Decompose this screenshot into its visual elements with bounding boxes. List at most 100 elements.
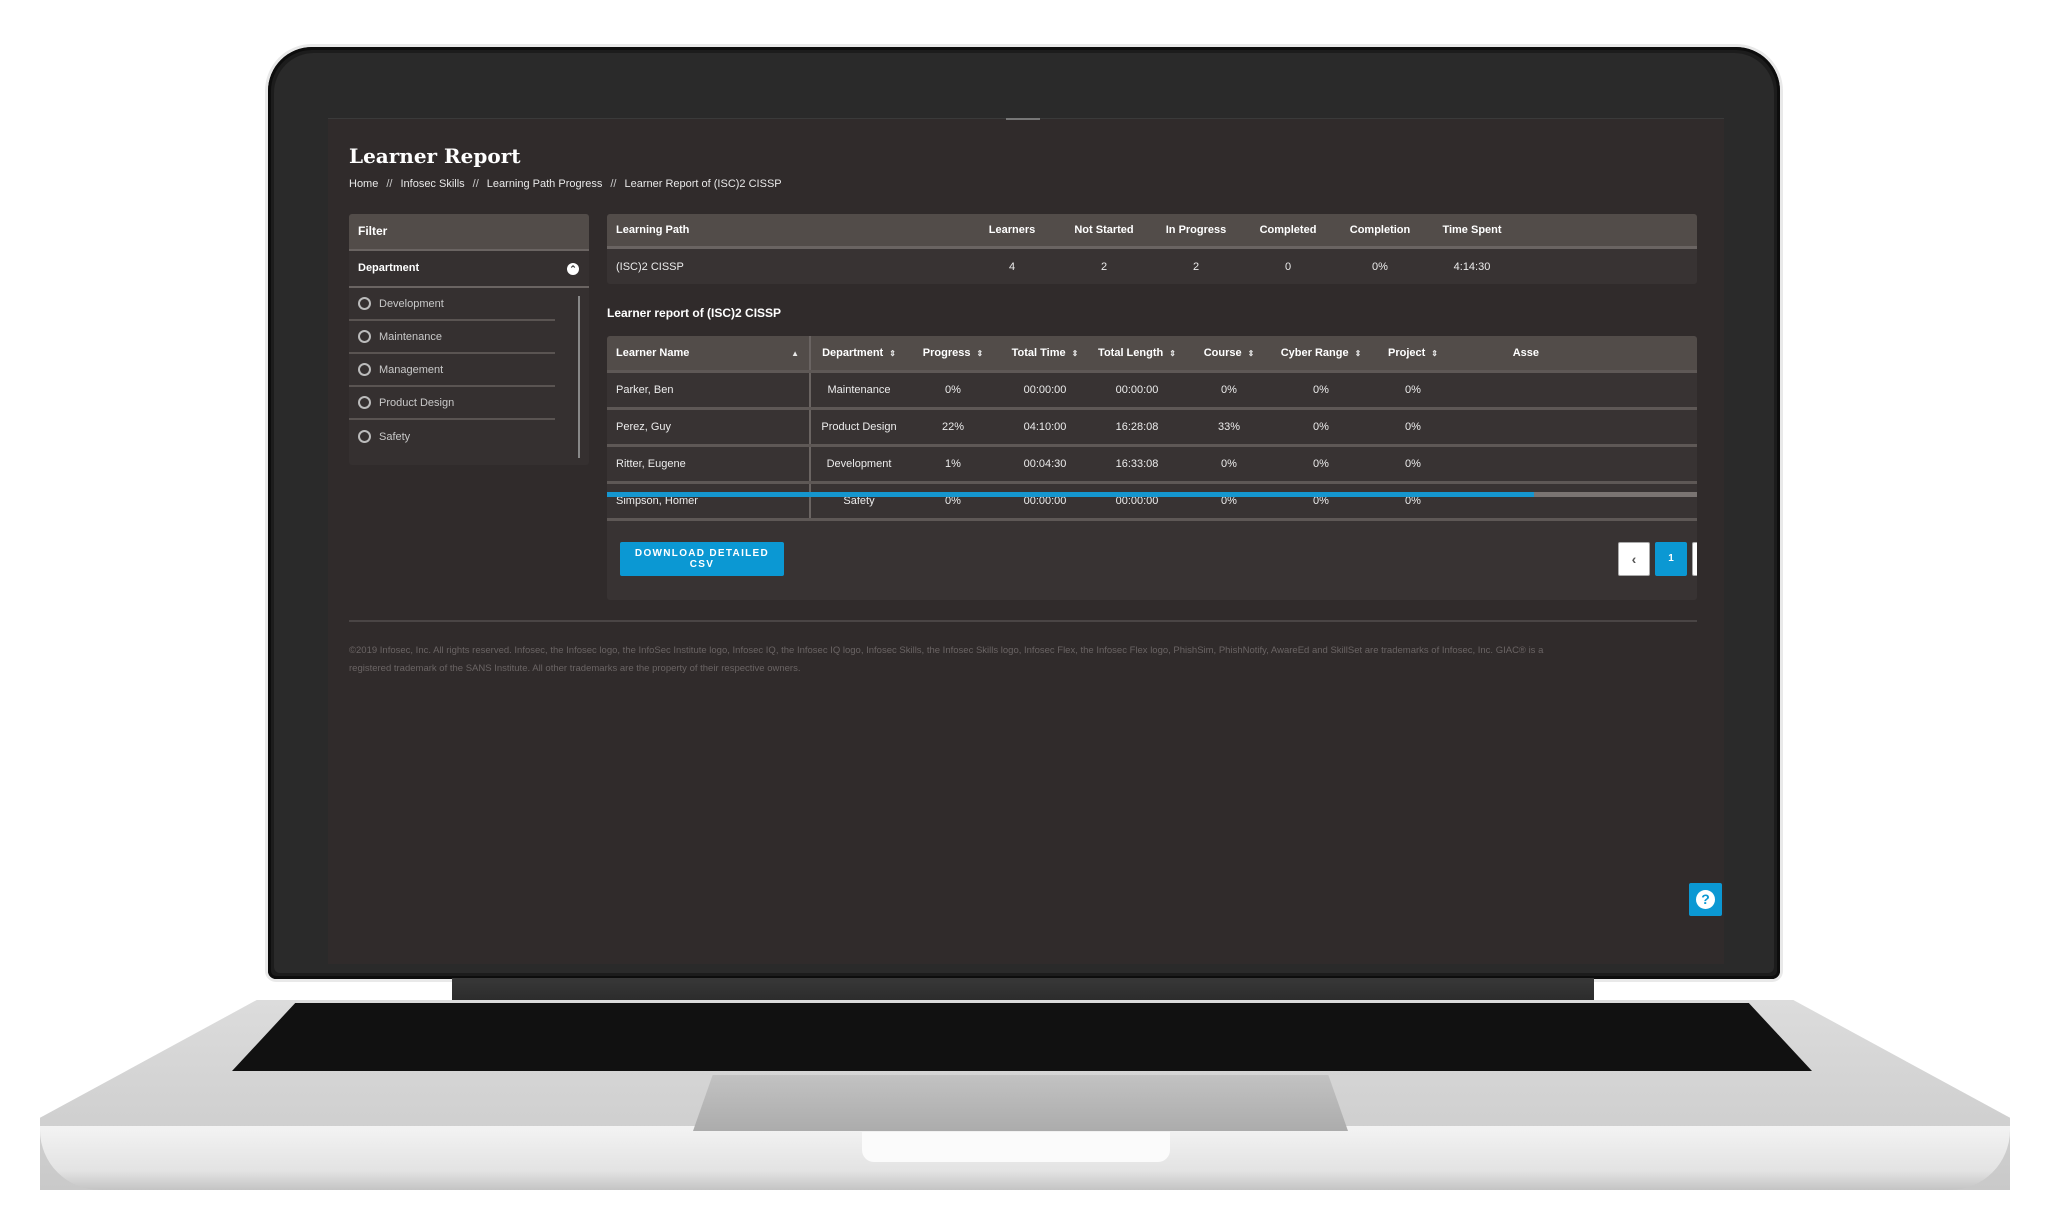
learner-report-heading: Learner report of (ISC)2 CISSP	[607, 306, 782, 320]
breadcrumb-separator: //	[472, 178, 479, 190]
help-button[interactable]: ?	[1689, 883, 1722, 916]
table-cell: 16:28:08	[1115, 421, 1159, 433]
table-cell: 0%	[945, 384, 961, 396]
footer-copyright: ©2019 Infosec, Inc. All rights reserved.…	[349, 642, 1697, 678]
option-label: Development	[379, 297, 444, 310]
table-cell: Maintenance	[827, 384, 891, 396]
col-in-progress: In Progress	[1165, 224, 1227, 236]
col-project[interactable]: Project ⇕	[1367, 347, 1459, 359]
sort-icon[interactable]: ⇕	[1248, 349, 1255, 358]
sort-icon[interactable]: ⇕	[977, 349, 984, 358]
table-cell: 22%	[941, 421, 965, 433]
table-row[interactable]: Parker, Ben Maintenance 0% 00:00:00 00:00:00…	[607, 373, 1697, 410]
cell-time-spent: 4:14:30	[1453, 260, 1491, 273]
table-cell: Parker, Ben	[607, 373, 811, 407]
filter-scrollbar[interactable]	[578, 296, 580, 458]
filter-option-development[interactable]: Development	[349, 288, 555, 321]
keyboard	[232, 1003, 1812, 1071]
sort-icon[interactable]: ⇕	[1431, 349, 1438, 358]
col-completion: Completion	[1349, 224, 1411, 236]
cell-completion: 0%	[1372, 260, 1388, 273]
breadcrumb-infosec-skills[interactable]: Infosec Skills	[400, 178, 464, 190]
table-row[interactable]: Ritter, Eugene Development 1% 00:04:30 16:33…	[607, 447, 1697, 484]
prev-page-button[interactable]: ‹	[1618, 542, 1650, 576]
sort-icon[interactable]: ⇕	[1072, 349, 1079, 358]
lid-notch	[862, 1132, 1170, 1162]
sort-icon[interactable]: ⇕	[1169, 349, 1176, 358]
option-label: Maintenance	[379, 330, 442, 343]
page-1-button[interactable]: 1	[1655, 542, 1687, 576]
col-total-length[interactable]: Total Length ⇕	[1091, 347, 1183, 359]
top-handle	[1006, 118, 1040, 120]
col-progress[interactable]: Progress ⇕	[907, 347, 999, 359]
download-csv-button[interactable]: DOWNLOAD DETAILED CSV	[620, 542, 784, 576]
sort-icon[interactable]: ⇕	[1355, 349, 1362, 358]
screen: Learner Report Home // Infosec Skills // Lea…	[328, 118, 1724, 964]
learner-rows: Parker, Ben Maintenance 0% 00:00:00 00:00:00…	[607, 373, 1697, 521]
question-circle-icon: ?	[1696, 890, 1715, 909]
page-title: Learner Report	[349, 144, 521, 168]
breadcrumb-learning-path-progress[interactable]: Learning Path Progress	[487, 178, 603, 190]
department-label: Department	[358, 262, 420, 274]
cell-learning-path[interactable]: (ISC)2 CISSP	[607, 261, 966, 273]
department-options: Development Maintenance Management Produ…	[349, 288, 589, 453]
col-label: Total Time	[1011, 347, 1066, 359]
col-time-spent: Time Spent	[1442, 224, 1502, 236]
department-filter-toggle[interactable]: Department ⌃	[349, 251, 589, 288]
filter-option-product-design[interactable]: Product Design	[349, 387, 555, 420]
table-row[interactable]: Simpson, Homer Safety 0% 00:00:00 00:00:00 0%…	[607, 484, 1697, 521]
table-cell: 0%	[1405, 458, 1421, 470]
radio-icon[interactable]	[358, 430, 371, 443]
table-row[interactable]: Perez, Guy Product Design 22% 04:10:00 16:28…	[607, 410, 1697, 447]
next-page-button[interactable]: ›	[1692, 542, 1697, 576]
col-department[interactable]: Department ⇕	[811, 347, 907, 359]
col-label: Progress	[922, 347, 971, 359]
table-cell: 1%	[945, 458, 961, 470]
learner-header-row: Learner Name ▲ Department ⇕ Progress ⇕ Tota…	[607, 336, 1697, 373]
table-cell: 00:00:00	[1115, 384, 1159, 396]
breadcrumb-home[interactable]: Home	[349, 178, 378, 190]
col-label: Total Length	[1098, 347, 1164, 359]
table-cell: Ritter, Eugene	[607, 447, 811, 481]
horizontal-scrollbar[interactable]	[607, 492, 1697, 497]
radio-icon[interactable]	[358, 363, 371, 376]
breadcrumb-current: Learner Report of (ISC)2 CISSP	[624, 178, 782, 190]
col-learner-name[interactable]: Learner Name ▲	[607, 336, 811, 370]
breadcrumb-separator: //	[386, 178, 393, 190]
sort-icon[interactable]: ⇕	[889, 349, 896, 358]
radio-icon[interactable]	[358, 330, 371, 343]
table-cell: 00:00:00	[1023, 384, 1067, 396]
filter-option-management[interactable]: Management	[349, 354, 555, 387]
radio-icon[interactable]	[358, 396, 371, 409]
table-cell: 0%	[1313, 458, 1329, 470]
table-cell: 33%	[1217, 421, 1241, 433]
table-cell: 0%	[1405, 384, 1421, 396]
horizontal-scrollbar-thumb[interactable]	[607, 492, 1534, 497]
col-label: Learner Name	[616, 347, 690, 359]
option-label: Safety	[379, 430, 411, 443]
table-cell: 0%	[1221, 458, 1237, 470]
breadcrumb-separator: //	[610, 178, 617, 190]
table-cell: 00:04:30	[1023, 458, 1067, 470]
col-total-time[interactable]: Total Time ⇕	[999, 347, 1091, 359]
sort-asc-icon[interactable]: ▲	[791, 349, 799, 358]
table-cell: Simpson, Homer	[607, 484, 811, 518]
table-cell: 0%	[1313, 421, 1329, 433]
table-cell: 16:33:08	[1115, 458, 1159, 470]
cell-learners: 4	[1008, 260, 1016, 273]
filter-option-safety[interactable]: Safety	[349, 420, 555, 453]
col-label: Department	[822, 347, 884, 359]
col-label: Cyber Range	[1280, 347, 1349, 359]
col-not-started: Not Started	[1074, 224, 1134, 236]
option-label: Management	[379, 363, 444, 376]
chevron-up-icon[interactable]: ⌃	[567, 263, 579, 275]
table-cell: 0%	[1221, 384, 1237, 396]
col-assessment-truncated[interactable]: Asse	[1459, 347, 1539, 359]
table-cell: Perez, Guy	[607, 410, 811, 444]
footer-line-1: ©2019 Infosec, Inc. All rights reserved.…	[349, 645, 1544, 656]
footer-line-2: registered trademark of the SANS Institu…	[349, 663, 801, 674]
col-cyber-range[interactable]: Cyber Range ⇕	[1275, 347, 1367, 359]
radio-icon[interactable]	[358, 297, 371, 310]
col-course[interactable]: Course ⇕	[1183, 347, 1275, 359]
filter-option-maintenance[interactable]: Maintenance	[349, 321, 555, 354]
